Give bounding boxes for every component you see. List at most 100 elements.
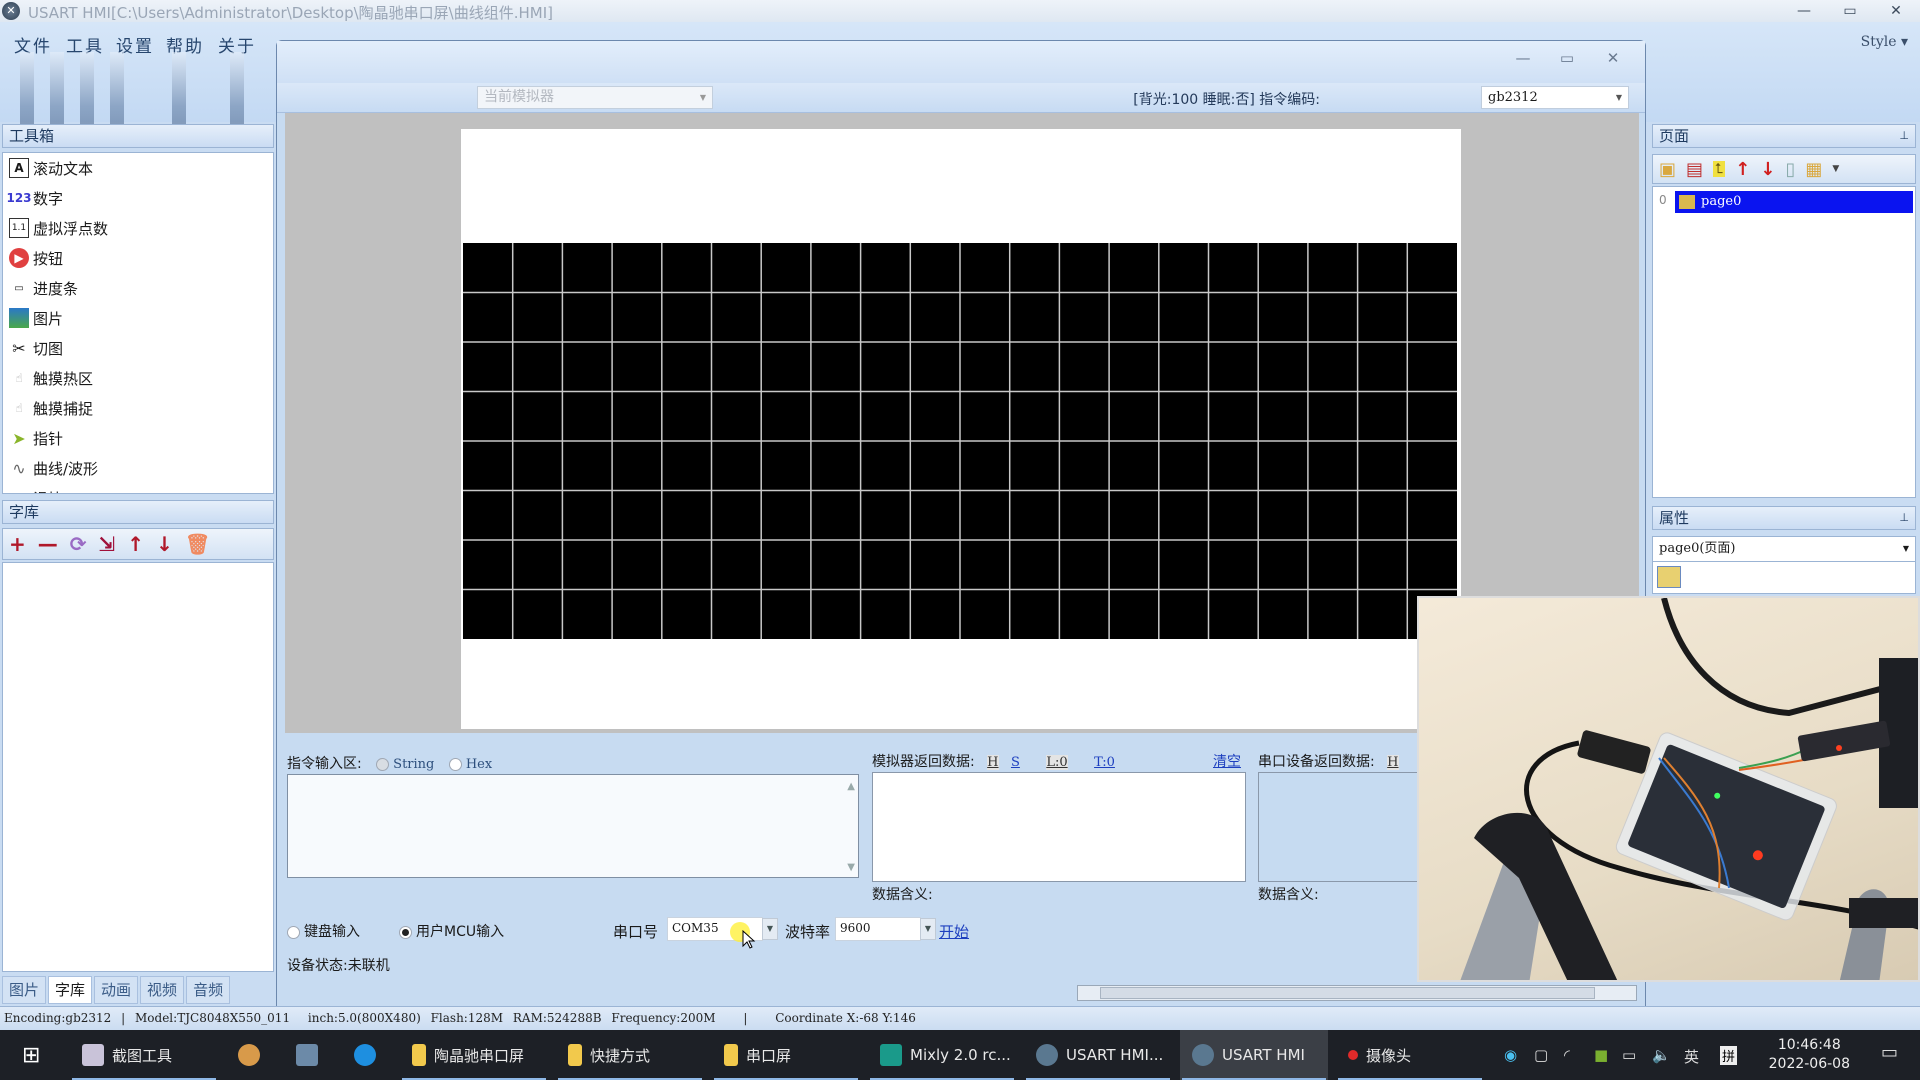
insert-page-icon[interactable]: ⮤ (1713, 161, 1726, 177)
sim-maximize-button[interactable]: ▭ (1549, 49, 1585, 67)
taskbar-item[interactable]: 串口屏 (712, 1030, 860, 1080)
scroll-up-icon[interactable]: ▲ (847, 781, 855, 792)
string-radio[interactable] (376, 757, 390, 771)
taskbar-item[interactable]: USART HMI... (1024, 1030, 1172, 1080)
mouse-cursor-icon (742, 930, 756, 949)
taskbar-item-label: 陶晶驰串口屏 (434, 1046, 525, 1065)
style-menu[interactable]: Style ▾ (1861, 34, 1908, 50)
tray-app-icon[interactable]: ◉ (1504, 1046, 1517, 1064)
clear-link[interactable]: 清空 (1213, 751, 1241, 771)
toolbox-item[interactable]: ✂ 切图 (3, 333, 273, 363)
toolbox-item[interactable]: ∿ 曲线/波形 (3, 453, 273, 483)
length-link[interactable]: L:0 (1046, 755, 1068, 770)
simulated-screen[interactable] (461, 129, 1461, 729)
pin-icon[interactable]: ⊥ (1899, 507, 1909, 529)
taskbar-item-active[interactable]: USART HMI (1180, 1030, 1328, 1080)
copy-page-icon[interactable]: ▯ (1785, 159, 1795, 180)
add-page-icon[interactable]: ▣ (1659, 159, 1676, 180)
tab-pictures[interactable]: 图片 (2, 976, 47, 1004)
sim-minimize-button[interactable]: — (1505, 49, 1541, 67)
taskbar-item[interactable] (226, 1030, 276, 1080)
refresh-icon[interactable]: ⟳ (70, 532, 87, 556)
remove-icon[interactable]: — (38, 532, 58, 556)
taskbar-item[interactable]: 陶晶驰串口屏 (400, 1030, 548, 1080)
move-up-icon[interactable]: ↑ (127, 532, 144, 556)
window-title: USART HMI[C:\Users\Administrator\Desktop… (28, 4, 553, 22)
taskbar-item[interactable]: 截图工具 (70, 1030, 218, 1080)
string-view-link[interactable]: S (1011, 755, 1020, 770)
tab-animation[interactable]: 动画 (94, 976, 139, 1004)
ime-mode[interactable]: 拼 (1720, 1046, 1738, 1065)
wifi-icon[interactable]: ◜ (1564, 1046, 1570, 1064)
mcu-input-option[interactable]: 用户MCU输入 (399, 921, 504, 941)
start-link[interactable]: 开始 (939, 921, 969, 942)
start-button[interactable]: ⊞ (10, 1030, 54, 1080)
delete-page-icon[interactable]: ▤ (1686, 159, 1703, 180)
properties-selected-value: page0(页面) (1659, 541, 1736, 556)
toolbox-item-label: 进度条 (33, 279, 79, 298)
tab-audio[interactable]: 音频 (186, 976, 231, 1004)
baud-select[interactable]: 9600 ▼ (835, 917, 936, 941)
time-link[interactable]: T:0 (1094, 755, 1115, 770)
toolbox-item[interactable]: ☝ 触摸热区 (3, 363, 273, 393)
battery-icon[interactable]: ▭ (1622, 1046, 1636, 1064)
cmd-input-label: 指令输入区: (287, 756, 362, 772)
import-page-icon[interactable]: ▦ (1805, 159, 1822, 180)
maximize-button[interactable]: ▭ (1830, 0, 1870, 22)
page-list-item[interactable]: page0 (1675, 191, 1913, 213)
toolbox-item[interactable]: — 滑块 (3, 483, 273, 494)
horizontal-scrollbar[interactable] (1077, 985, 1637, 1001)
toolbox-item[interactable]: ☝ 触摸捕捉 (3, 393, 273, 423)
page-down-icon[interactable]: ↓ (1760, 159, 1775, 180)
toolbox-item[interactable]: ▭ 进度条 (3, 273, 273, 303)
fontlib-list[interactable] (2, 562, 274, 972)
taskbar-item[interactable]: 快捷方式 (556, 1030, 704, 1080)
toolbox-item[interactable]: ➤ 指针 (3, 423, 273, 453)
toolbox-item[interactable]: 1.1 虚拟浮点数 (3, 213, 273, 243)
encoding-select[interactable]: gb2312 ▼ (1481, 86, 1629, 109)
chevron-down-icon[interactable]: ▼ (920, 918, 936, 940)
taskbar-item[interactable]: 摄像头 (1336, 1030, 1484, 1080)
chevron-down-icon[interactable]: ▼ (762, 918, 778, 940)
close-button[interactable]: ✕ (1876, 0, 1916, 22)
sim-close-button[interactable]: ✕ (1595, 49, 1631, 67)
taskbar-item[interactable]: Mixly 2.0 rc... (868, 1030, 1016, 1080)
move-down-icon[interactable]: ↓ (156, 532, 173, 556)
delete-icon[interactable]: 🗑 (185, 532, 210, 556)
taskbar-item[interactable] (342, 1030, 392, 1080)
taskbar-item[interactable] (284, 1030, 334, 1080)
properties-object-select[interactable]: page0(页面) ▼ (1652, 536, 1916, 562)
simulator-select[interactable]: 当前模拟器 ▼ (477, 86, 713, 109)
add-icon[interactable]: + (9, 532, 26, 556)
keyboard-input-option[interactable]: 键盘输入 (287, 921, 360, 941)
toolbox-item[interactable]: A 滚动文本 (3, 153, 273, 183)
volume-icon[interactable]: 🔈 (1652, 1046, 1671, 1064)
notification-icon[interactable]: ▭ (1881, 1042, 1898, 1063)
export-icon[interactable]: ⇲ (99, 532, 116, 556)
chevron-down-icon[interactable]: ▼ (1832, 164, 1839, 174)
mcu-input-radio[interactable] (399, 925, 412, 939)
categorized-view-icon[interactable] (1657, 566, 1681, 588)
nvidia-icon[interactable]: ■ (1594, 1046, 1608, 1064)
tray-tablet-icon[interactable]: ▢ (1534, 1046, 1548, 1064)
pin-icon[interactable]: ⊥ (1899, 125, 1909, 147)
scrollbar-thumb[interactable] (1100, 987, 1595, 999)
toolbox-item[interactable]: 123 数字 (3, 183, 273, 213)
device-hex-link[interactable]: H (1387, 755, 1399, 770)
scroll-down-icon[interactable]: ▼ (847, 862, 855, 873)
keyboard-input-radio[interactable] (287, 925, 300, 939)
clock[interactable]: 10:46:48 2022-06-08 (1769, 1036, 1850, 1074)
hex-view-link[interactable]: H (987, 755, 999, 770)
page-up-icon[interactable]: ↑ (1735, 159, 1750, 180)
status-flash: Flash:128M (430, 1011, 504, 1025)
ime-language[interactable]: 英 (1684, 1046, 1699, 1067)
hex-radio[interactable] (448, 757, 462, 771)
toolbox-item[interactable]: ▶ 按钮 (3, 243, 273, 273)
tab-fonts[interactable]: 字库 (48, 976, 93, 1004)
tab-video[interactable]: 视频 (140, 976, 185, 1004)
toolbox-item[interactable]: 图片 (3, 303, 273, 333)
waveform-component[interactable] (463, 243, 1457, 639)
minimize-button[interactable]: — (1784, 0, 1824, 22)
cmd-input-textarea[interactable]: ▲ ▼ (287, 774, 859, 878)
sim-return-output[interactable] (872, 772, 1246, 882)
